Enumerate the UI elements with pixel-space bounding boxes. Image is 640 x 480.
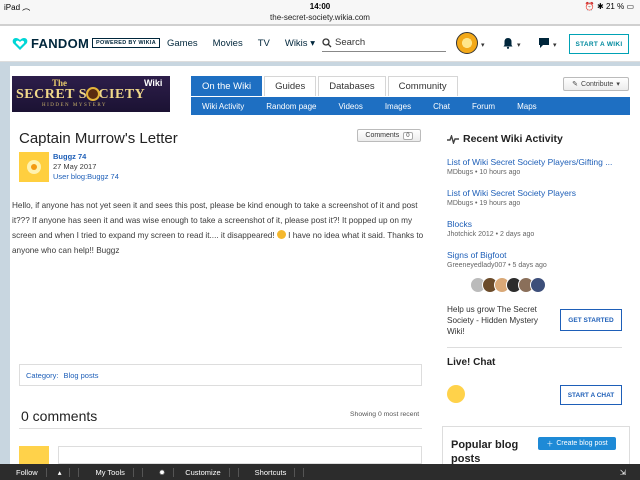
author-info: Buggz 74 27 May 2017 User blog:Buggz 74: [53, 152, 119, 182]
fandom-logo[interactable]: FANDOM: [12, 36, 89, 51]
chevron-down-icon: ▾: [310, 38, 315, 49]
activity-item[interactable]: List of Wiki Secret Society Players MDbu…: [447, 188, 576, 207]
subnav-maps[interactable]: Maps: [506, 102, 548, 111]
ios-status-bar: iPad ︵ 14:00 ⏰ ✱ 21 % ▭ the-secret-socie…: [0, 0, 640, 26]
comments-button[interactable]: Comments 0: [357, 129, 421, 142]
follow-button[interactable]: Follow ▴: [0, 467, 80, 477]
user-avatar[interactable]: [456, 32, 478, 54]
wiki-toolbar: Follow ▴ My Tools ✹ Customize Shortcuts ⇲: [0, 464, 640, 480]
search-icon: [322, 37, 332, 47]
comments-heading: 0 comments: [21, 408, 98, 424]
message-icon[interactable]: [538, 37, 550, 49]
start-chat-button[interactable]: START A CHAT: [560, 385, 622, 405]
tab-on-the-wiki[interactable]: On the Wiki: [191, 76, 263, 96]
grow-wiki-text: Help us grow The Secret Society - Hidden…: [447, 305, 539, 336]
smiley-icon: [276, 230, 286, 239]
wiki-tabs: On the Wiki Guides Databases Community: [191, 76, 460, 96]
subnav-chat[interactable]: Chat: [422, 102, 461, 111]
activity-item[interactable]: Blocks Jhotchick 2012 • 2 days ago: [447, 219, 534, 238]
flower-icon: [19, 152, 49, 182]
create-blog-post-button[interactable]: ＋ Create blog post: [538, 437, 616, 450]
address-bar[interactable]: the-secret-society.wikia.com: [0, 13, 640, 22]
tab-guides[interactable]: Guides: [264, 76, 317, 96]
tab-databases[interactable]: Databases: [318, 76, 386, 96]
author-avatar[interactable]: [19, 152, 49, 182]
post-date: 27 May 2017: [53, 162, 97, 171]
chevron-down-icon: ▾: [616, 81, 620, 88]
nav-tv[interactable]: TV: [258, 38, 270, 49]
subnav-random-page[interactable]: Random page: [255, 102, 327, 111]
category-label: Category:: [26, 370, 59, 380]
wordmark-ring-icon: [86, 87, 100, 101]
article-body: Hello, if anyone has not yet seen it and…: [12, 201, 424, 255]
contributor-avatars: [470, 277, 546, 293]
subnav-wiki-activity[interactable]: Wiki Activity: [191, 102, 255, 111]
start-a-wiki-button[interactable]: START A WIKI: [569, 34, 629, 54]
comments-divider: [19, 428, 422, 429]
page-title: Captain Murrow's Letter: [19, 130, 178, 147]
shortcuts-button[interactable]: Shortcuts: [239, 467, 305, 477]
user-blog-link[interactable]: User blog:Buggz 74: [53, 172, 119, 182]
chevron-down-icon[interactable]: ▾: [517, 41, 521, 49]
tab-community[interactable]: Community: [387, 76, 458, 96]
nav-wikis[interactable]: Wikis ▾: [285, 38, 315, 49]
chat-user-avatar[interactable]: [447, 385, 465, 403]
nav-movies[interactable]: Movies: [213, 38, 243, 49]
clock: 14:00: [309, 2, 331, 11]
popular-blog-posts-heading: Popular blog posts: [451, 439, 519, 465]
plus-icon: ＋: [546, 440, 554, 448]
activity-item[interactable]: List of Wiki Secret Society Players/Gift…: [447, 157, 612, 176]
collapse-toolbar-icon[interactable]: ⇲: [612, 468, 634, 477]
fandom-wordmark: FANDOM: [31, 36, 90, 51]
avatar[interactable]: [530, 277, 546, 293]
contribute-button[interactable]: ✎ Contribute ▾: [563, 77, 629, 91]
comments-showing-count: Showing 0 most recent: [350, 411, 420, 418]
customize-button[interactable]: ✹ Customize: [143, 467, 239, 477]
rail-divider: [447, 347, 622, 348]
gear-icon: ✹: [151, 467, 175, 477]
comment-input[interactable]: [58, 446, 422, 464]
chevron-down-icon[interactable]: ▾: [481, 41, 485, 49]
wiki-subnav: Wiki Activity Random page Videos Images …: [191, 97, 630, 115]
bell-icon[interactable]: [502, 37, 514, 49]
get-started-button[interactable]: GET STARTED: [560, 309, 622, 331]
comments-count-badge: 0: [403, 131, 413, 140]
category-link[interactable]: Blog posts: [64, 371, 99, 380]
global-nav-links: Games Movies TV Wikis ▾: [167, 38, 315, 49]
search-input[interactable]: Search: [322, 34, 446, 52]
chevron-down-icon[interactable]: ▾: [553, 41, 557, 49]
category-bar: Category: Blog posts: [19, 364, 422, 386]
fandom-heart-icon: [12, 37, 28, 51]
author-name[interactable]: Buggz 74: [53, 152, 119, 162]
nav-games[interactable]: Games: [167, 38, 198, 49]
pencil-icon: ✎: [572, 81, 579, 88]
my-tools-button[interactable]: My Tools: [79, 467, 143, 477]
battery-status: ⏰ ✱ 21 % ▭: [584, 2, 634, 11]
activity-item[interactable]: Signs of Bigfoot Greeneyedlady007 • 5 da…: [447, 250, 547, 269]
live-chat-heading: Live! Chat: [447, 357, 496, 368]
activity-pulse-icon: [447, 134, 459, 144]
chevron-up-icon: ▴: [50, 467, 71, 477]
recent-activity-heading: Recent Wiki Activity: [447, 133, 563, 145]
powered-by-wikia-badge[interactable]: POWERED BY WIKIA: [92, 38, 161, 48]
subnav-forum[interactable]: Forum: [461, 102, 506, 111]
subnav-videos[interactable]: Videos: [328, 102, 374, 111]
wiki-wordmark[interactable]: The SECRET SOCIETY HIDDEN MYSTERY Wiki: [12, 76, 170, 112]
fandom-global-nav: FANDOM POWERED BY WIKIA Games Movies TV …: [0, 26, 640, 62]
subnav-images[interactable]: Images: [374, 102, 422, 111]
